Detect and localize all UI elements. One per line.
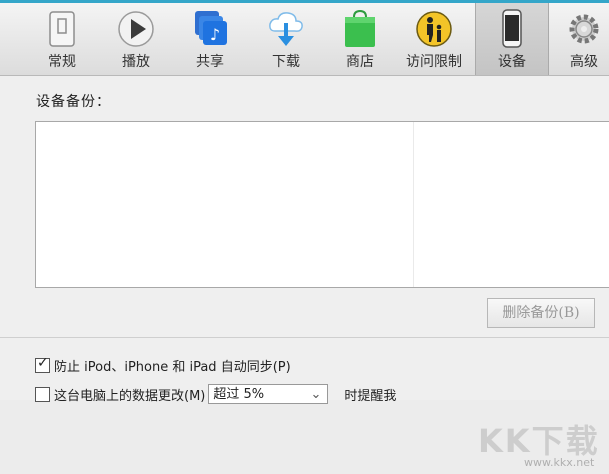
watermark-url: www.kkx.net: [524, 456, 595, 469]
download-icon: [269, 12, 303, 46]
tab-restrictions[interactable]: 访问限制: [398, 3, 470, 75]
data-change-label: 这台电脑上的数据更改(M): [54, 388, 206, 404]
sharing-icon: ♪: [195, 11, 227, 45]
device-backups-list[interactable]: [35, 121, 609, 288]
prevent-sync-label: 防止 iPod、iPhone 和 iPad 自动同步(P): [54, 360, 291, 375]
threshold-suffix: 时提醒我: [344, 388, 397, 404]
tab-store[interactable]: 商店: [324, 3, 396, 75]
list-column-divider: [413, 122, 414, 287]
tab-sharing-label: 共享: [196, 54, 224, 70]
data-change-warning-option[interactable]: 这台电脑上的数据更改(M) 超过 5% ⌄ 时提醒我: [35, 384, 396, 404]
tab-advanced-label: 高级: [570, 54, 598, 70]
tab-playback[interactable]: 播放: [100, 3, 172, 75]
prevent-sync-checkbox[interactable]: ✓: [35, 355, 50, 373]
threshold-select[interactable]: 超过 5% ⌄: [208, 384, 329, 404]
devices-pane: 设备备份： 删除备份(B) ✓ 防止 iPod、iPhone 和 iPad 自动…: [0, 76, 609, 469]
tab-devices[interactable]: 设备: [475, 3, 549, 75]
tab-download-label: 下载: [272, 54, 300, 70]
device-icon: [502, 9, 522, 48]
delete-backup-button[interactable]: 删除备份(B): [487, 298, 595, 328]
tab-devices-label: 设备: [498, 54, 526, 70]
tab-restrictions-label: 访问限制: [406, 54, 462, 70]
svg-text:♪: ♪: [210, 25, 220, 44]
general-icon: [49, 11, 75, 47]
preferences-toolbar: 常规 播放 ♪ 共享 下载 商店 访问限制 设备 高级: [0, 3, 609, 76]
play-icon: [118, 11, 154, 47]
data-change-checkbox[interactable]: [35, 386, 50, 402]
tab-store-label: 商店: [346, 54, 374, 70]
tab-playback-label: 播放: [122, 54, 150, 70]
chevron-down-icon: ⌄: [310, 387, 322, 402]
prevent-sync-option[interactable]: ✓ 防止 iPod、iPhone 和 iPad 自动同步(P): [35, 355, 291, 375]
gear-icon: [569, 14, 599, 44]
tab-advanced[interactable]: 高级: [548, 3, 609, 75]
device-backups-label: 设备备份：: [36, 94, 111, 110]
site-watermark: KK下载 www.kkx.net: [478, 416, 608, 474]
section-divider: [0, 337, 609, 338]
store-icon: [345, 9, 375, 47]
tab-general[interactable]: 常规: [26, 3, 98, 75]
parental-icon: [416, 11, 452, 47]
tab-general-label: 常规: [48, 54, 76, 70]
checkmark-icon: ✓: [37, 355, 49, 371]
tab-download[interactable]: 下载: [250, 3, 322, 75]
tab-sharing[interactable]: ♪ 共享: [174, 3, 246, 75]
